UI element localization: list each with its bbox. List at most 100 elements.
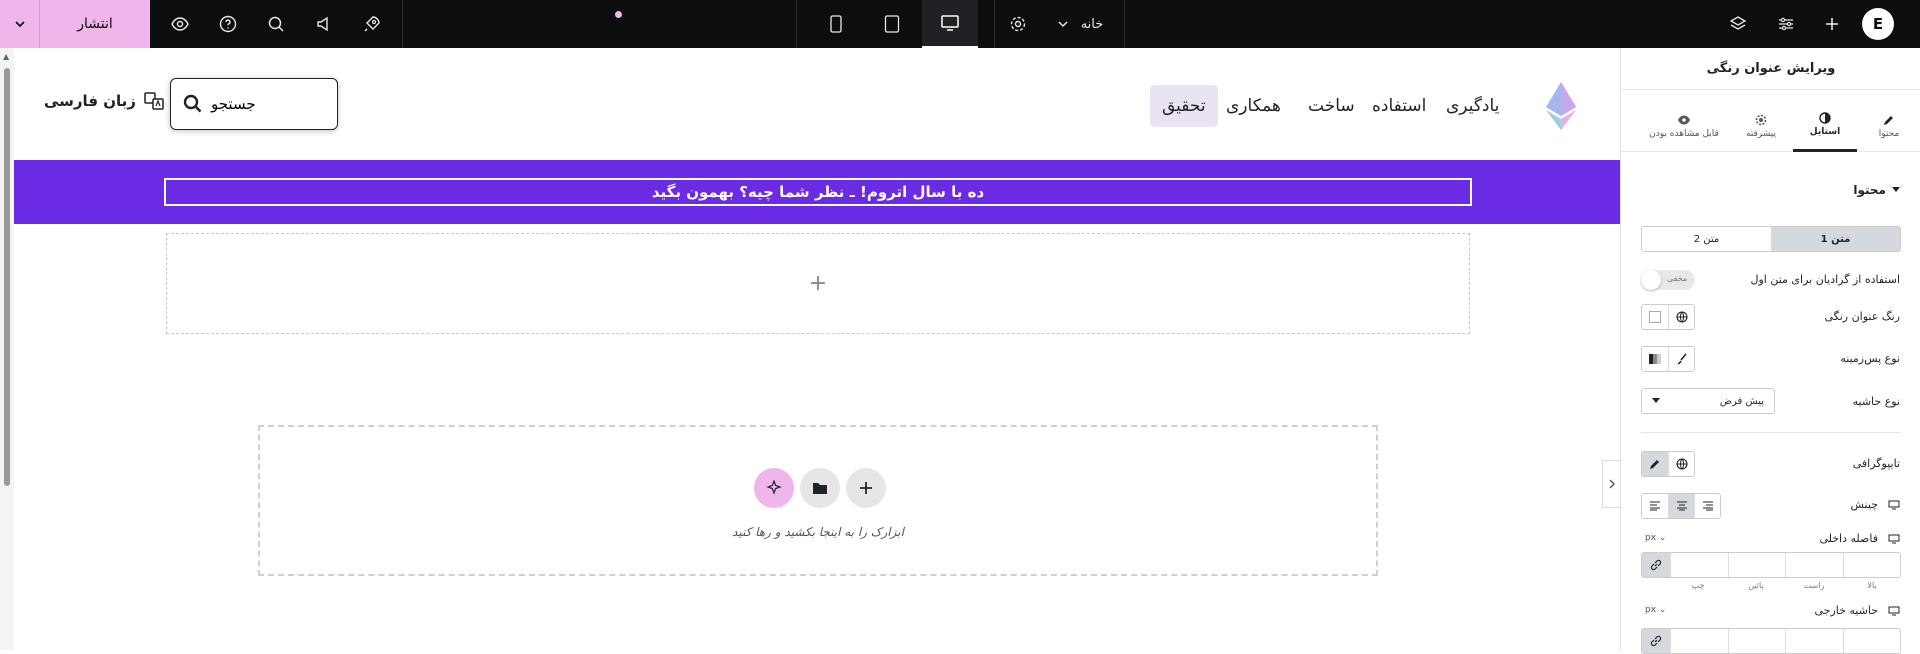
padding-right-input[interactable] (1785, 553, 1843, 577)
notifications-button[interactable] (304, 0, 622, 48)
tab-text-1[interactable]: متن 1 (1771, 227, 1900, 251)
plus-icon (1826, 18, 1838, 30)
editor-topbar: انتشار خانه E (0, 0, 1920, 48)
nav-item-use[interactable]: استفاده (1372, 85, 1426, 127)
site-logo[interactable] (1544, 82, 1578, 134)
margin-inputs (1641, 628, 1901, 654)
margin-right-input[interactable] (1785, 629, 1843, 653)
banner-heading[interactable]: ده با سال اتروم! ـ نظر شما چیه؟ بهمون بگ… (164, 178, 1472, 206)
tab-visibility[interactable]: قابل مشاهده بودن (1639, 100, 1729, 152)
unit-label: px (1645, 605, 1657, 615)
tab-advanced[interactable]: پیشرفته (1729, 100, 1793, 152)
nav-item-collaborate[interactable]: همکاری (1226, 85, 1281, 127)
site-search-box[interactable]: جستجو (170, 78, 338, 130)
align-left-button[interactable] (1642, 494, 1668, 518)
panel-collapse-button[interactable] (1602, 460, 1620, 508)
margin-left-input[interactable] (1670, 629, 1728, 653)
padding-bottom-input[interactable] (1727, 553, 1786, 577)
help-icon (219, 15, 237, 33)
margin-top-input[interactable] (1842, 629, 1901, 653)
tab-style[interactable]: استایل (1793, 100, 1857, 152)
search-button[interactable] (256, 0, 296, 48)
tab-label: پیشرفته (1745, 128, 1777, 139)
device-mobile-button[interactable] (816, 0, 856, 48)
section-toggle[interactable]: محتوا (1853, 183, 1900, 197)
link-values-button[interactable] (1642, 629, 1670, 653)
search-icon (183, 94, 202, 113)
bg-gradient-button[interactable] (1642, 347, 1668, 371)
desktop-icon (1888, 534, 1900, 543)
padding-left-input[interactable] (1670, 553, 1728, 577)
padding-row: فاصله داخلی (1819, 532, 1900, 545)
add-element-button[interactable] (1814, 0, 1850, 48)
margin-label: حاشیه خارجی (1814, 604, 1878, 617)
padding-label: فاصله داخلی (1819, 532, 1878, 545)
border-type-select[interactable]: پیش فرض (1641, 388, 1775, 414)
toggle-knob (1641, 270, 1661, 290)
gear-icon (1755, 114, 1767, 125)
elementor-logo-button[interactable]: E (1860, 0, 1896, 48)
link-icon (1650, 635, 1662, 647)
add-container-button[interactable] (846, 468, 886, 508)
desktop-icon (1888, 606, 1900, 615)
structure-button[interactable] (1720, 0, 1756, 48)
drop-instructions: ابزارک را به اینجا بکشید و رها کنید (732, 525, 904, 539)
language-switcher[interactable]: زبان فارسی (44, 92, 164, 110)
border-type-value: پیش فرض (1719, 395, 1764, 407)
gradient-toggle[interactable]: مخفی (1641, 270, 1695, 290)
page-selector[interactable]: خانه (1050, 0, 1110, 48)
publish-button[interactable]: انتشار (40, 0, 150, 48)
elementor-logo: E (1862, 8, 1894, 40)
nav-item-learn[interactable]: یادگیری (1446, 85, 1499, 127)
tab-label: محتوا (1878, 128, 1900, 139)
margin-unit-select[interactable]: px ⌄ (1645, 605, 1666, 615)
template-library-button[interactable] (800, 468, 840, 508)
dim-label-right: راست (1803, 581, 1825, 590)
desktop-icon (941, 15, 959, 31)
search-icon (268, 16, 284, 32)
drop-area[interactable]: ابزارک را به اینجا بکشید و رها کنید (258, 425, 1378, 576)
section-title: محتوا (1853, 183, 1886, 197)
launch-button[interactable] (352, 0, 392, 48)
typography-label: تایپوگرافی (1852, 457, 1900, 470)
ai-button[interactable] (754, 468, 794, 508)
bg-classic-button[interactable] (1668, 347, 1694, 371)
align-center-button[interactable] (1668, 494, 1694, 518)
align-right-button[interactable] (1694, 494, 1720, 518)
color-swatch[interactable] (1642, 305, 1668, 329)
padding-inputs (1641, 552, 1901, 578)
panel-title: ویرایش عنوان رنگی (1621, 48, 1920, 90)
scrollbar[interactable]: ▲ (0, 48, 14, 650)
preview-button[interactable] (160, 0, 200, 48)
margin-row: حاشیه خارجی (1814, 604, 1900, 617)
gradient-label: استفاده از گرادیان برای متن اول (1750, 273, 1900, 286)
tab-content[interactable]: محتوا (1857, 100, 1920, 152)
scroll-thumb[interactable] (4, 68, 10, 486)
padding-unit-select[interactable]: px ⌄ (1645, 533, 1666, 543)
global-color-button[interactable] (1668, 305, 1694, 329)
nav-item-build[interactable]: ساخت (1308, 85, 1355, 127)
globe-icon (1675, 311, 1688, 323)
device-tablet-button[interactable] (872, 0, 912, 48)
device-desktop-button[interactable] (922, 0, 978, 48)
add-section-icon[interactable]: + (809, 271, 827, 296)
chevron-down-icon (14, 21, 25, 28)
global-typography-button[interactable] (1668, 452, 1694, 476)
publish-options-button[interactable] (0, 0, 40, 48)
translate-icon (144, 92, 164, 110)
empty-section[interactable]: + (166, 233, 1470, 334)
margin-bottom-input[interactable] (1727, 629, 1786, 653)
typography-edit-button[interactable] (1642, 452, 1668, 476)
scroll-up-icon[interactable]: ▲ (3, 52, 9, 61)
gear-icon (1010, 16, 1026, 32)
padding-top-input[interactable] (1842, 553, 1901, 577)
dim-label-top: بالا (1867, 581, 1877, 590)
tab-text-2[interactable]: متن 2 (1642, 227, 1771, 251)
help-button[interactable] (208, 0, 248, 48)
page-settings-button[interactable] (1000, 0, 1036, 48)
nav-item-research[interactable]: تحقیق (1150, 85, 1218, 127)
background-type-control (1641, 346, 1695, 372)
link-values-button[interactable] (1642, 553, 1670, 577)
plus-icon (860, 482, 872, 494)
site-settings-button[interactable] (1768, 0, 1804, 48)
